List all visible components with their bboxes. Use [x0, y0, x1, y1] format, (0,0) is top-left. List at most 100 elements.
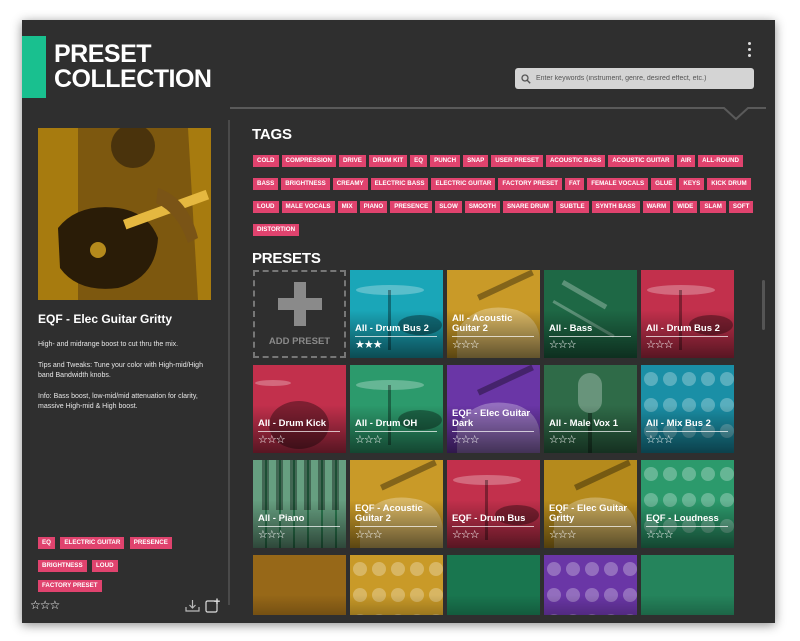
preset-card[interactable]: EQF - Elec Guitar Dark ☆☆☆: [447, 365, 540, 453]
preset-card-stars[interactable]: ☆☆☆: [646, 528, 674, 541]
tag-filter-creamy[interactable]: CREAMY: [332, 178, 368, 190]
card-divider: [549, 336, 631, 337]
tag-filter-compression[interactable]: COMPRESSION: [281, 155, 336, 167]
tag-filter-factory-preset[interactable]: FACTORY PRESET: [498, 178, 562, 190]
tag-filter-keys[interactable]: KEYS: [679, 178, 705, 190]
preset-card-title: EQF - Loudness: [646, 512, 719, 524]
preset-card[interactable]: All - Drum OH ☆☆☆: [350, 365, 443, 453]
preset-card[interactable]: [641, 555, 734, 615]
tag-filter-piano[interactable]: PIANO: [359, 201, 388, 213]
preset-card[interactable]: All - Drum Kick ☆☆☆: [253, 365, 346, 453]
tag-filter-cold[interactable]: COLD: [253, 155, 279, 167]
preset-description: High- and midrange boost to cut thru the…: [38, 340, 213, 413]
tag-filter-subtle[interactable]: SUBTLE: [555, 201, 589, 213]
preset-card-stars[interactable]: ☆☆☆: [452, 338, 480, 351]
search-icon: [521, 73, 531, 84]
preset-card-stars[interactable]: ☆☆☆: [549, 528, 577, 541]
preset-card-stars[interactable]: ☆☆☆: [549, 433, 577, 446]
preset-card[interactable]: [253, 555, 346, 615]
tag-filter-acoustic-bass[interactable]: ACOUSTIC BASS: [545, 155, 606, 167]
preset-card[interactable]: [447, 555, 540, 615]
preset-card-stars[interactable]: ☆☆☆: [646, 433, 674, 446]
tag-filter-warm[interactable]: WARM: [642, 201, 671, 213]
factory-preset-tag[interactable]: FACTORY PRESET: [38, 580, 102, 592]
preset-card[interactable]: EQF - Loudness ☆☆☆: [641, 460, 734, 548]
add-preset-button[interactable]: ADD PRESET: [253, 270, 346, 358]
tag-filter-snare-drum[interactable]: SNARE DRUM: [502, 201, 553, 213]
tag-filter-bass[interactable]: BASS: [253, 178, 279, 190]
preset-tag[interactable]: BRIGHTNESS: [38, 560, 87, 572]
more-options-icon[interactable]: [744, 42, 754, 62]
preset-card-stars[interactable]: ☆☆☆: [549, 338, 577, 351]
preset-tag[interactable]: LOUD: [92, 560, 118, 572]
tag-filter-air[interactable]: AIR: [676, 155, 696, 167]
preset-card[interactable]: [544, 555, 637, 615]
preset-card-stars[interactable]: ☆☆☆: [452, 528, 480, 541]
tag-filter-slam[interactable]: SLAM: [700, 201, 726, 213]
card-divider: [258, 431, 340, 432]
preset-card-stars[interactable]: ☆☆☆: [452, 433, 480, 446]
preset-card[interactable]: All - Acoustic Guitar 2 ☆☆☆: [447, 270, 540, 358]
preset-card-stars[interactable]: ☆☆☆: [355, 433, 383, 446]
preset-card[interactable]: All - Piano ☆☆☆: [253, 460, 346, 548]
tag-filter-eq[interactable]: EQ: [410, 155, 428, 167]
tag-filter-smooth[interactable]: SMOOTH: [464, 201, 500, 213]
preset-tags: EQ ELECTRIC GUITAR PRESENCE BRIGHTNESS L…: [38, 531, 213, 577]
tag-filter-all-round[interactable]: ALL-ROUND: [698, 155, 743, 167]
preset-card[interactable]: All - Male Vox 1 ☆☆☆: [544, 365, 637, 453]
preset-card[interactable]: EQF - Elec Guitar Gritty ☆☆☆: [544, 460, 637, 548]
accent-bar: [22, 36, 46, 98]
preset-card-stars[interactable]: ☆☆☆: [646, 338, 674, 351]
tag-filter-user-preset[interactable]: USER PRESET: [491, 155, 543, 167]
preset-card-title: EQF - Acoustic Guitar 2: [355, 503, 423, 524]
download-icon[interactable]: [185, 598, 200, 618]
tag-filter-kick-drum[interactable]: KICK DRUM: [707, 178, 751, 190]
preset-card[interactable]: [350, 555, 443, 615]
preset-card[interactable]: All - Mix Bus 2 ☆☆☆: [641, 365, 734, 453]
preset-tag[interactable]: EQ: [38, 537, 55, 549]
tag-filter-wide[interactable]: WIDE: [673, 201, 698, 213]
preset-card-stars[interactable]: ☆☆☆: [258, 433, 286, 446]
preset-card-stars[interactable]: ☆☆☆: [258, 528, 286, 541]
preset-rating-stars[interactable]: ☆☆☆: [30, 598, 60, 612]
preset-card[interactable]: EQF - Drum Bus ☆☆☆: [447, 460, 540, 548]
tag-filter-glue[interactable]: GLUE: [651, 178, 677, 190]
preset-card[interactable]: EQF - Acoustic Guitar 2 ☆☆☆: [350, 460, 443, 548]
preset-card-title: All - Piano: [258, 512, 305, 524]
preset-tag[interactable]: PRESENCE: [129, 537, 172, 549]
preset-card[interactable]: All - Drum Bus 2 ☆☆☆: [641, 270, 734, 358]
tag-filter-electric-guitar[interactable]: ELECTRIC GUITAR: [431, 178, 496, 190]
search-bar[interactable]: [515, 68, 754, 89]
preset-scrollbar[interactable]: [762, 270, 766, 610]
tag-filter-electric-bass[interactable]: ELECTRIC BASS: [370, 178, 429, 190]
scrollbar-thumb[interactable]: [762, 280, 765, 330]
preset-tag[interactable]: ELECTRIC GUITAR: [60, 537, 125, 549]
tag-filter-punch[interactable]: PUNCH: [430, 155, 461, 167]
preset-card-title: EQF - Drum Bus: [452, 512, 526, 524]
tag-filter-drive[interactable]: DRIVE: [338, 155, 366, 167]
preset-card[interactable]: All - Drum Bus 2 ★★★: [350, 270, 443, 358]
preset-card-title: All - Drum Bus 2: [355, 322, 429, 334]
preset-card-stars[interactable]: ★★★: [355, 338, 383, 351]
tag-filter-mix[interactable]: MIX: [337, 201, 357, 213]
tag-filter-snap[interactable]: SNAP: [463, 155, 489, 167]
tag-filter-female-vocals[interactable]: FEMALE VOCALS: [587, 178, 649, 190]
tag-filter-distortion[interactable]: DISTORTION: [253, 224, 300, 236]
preset-card-title: All - Male Vox 1: [549, 417, 618, 429]
tag-filter-male-vocals[interactable]: MALE VOCALS: [281, 201, 335, 213]
add-to-collection-icon[interactable]: [205, 598, 220, 618]
tag-filter-loud[interactable]: LOUD: [253, 201, 279, 213]
preset-card[interactable]: All - Bass ☆☆☆: [544, 270, 637, 358]
preset-detail-panel: EQF - Elec Guitar Gritty High- and midra…: [30, 128, 220, 613]
tag-filter-soft[interactable]: SOFT: [728, 201, 754, 213]
tag-filter-brightness[interactable]: BRIGHTNESS: [281, 178, 330, 190]
search-input[interactable]: [536, 75, 736, 82]
tag-filter-slow[interactable]: SLOW: [435, 201, 462, 213]
tag-filter-acoustic-guitar[interactable]: ACOUSTIC GUITAR: [608, 155, 674, 167]
tag-filter-synth-bass[interactable]: SYNTH BASS: [591, 201, 640, 213]
tag-filter-list: COLD COMPRESSION DRIVE DRUM KIT EQ PUNCH SNAP U…: [253, 149, 763, 241]
preset-card-stars[interactable]: ☆☆☆: [355, 528, 383, 541]
tag-filter-fat[interactable]: FAT: [564, 178, 585, 190]
tag-filter-presence[interactable]: PRESENCE: [390, 201, 433, 213]
tag-filter-drum-kit[interactable]: DRUM KIT: [368, 155, 408, 167]
